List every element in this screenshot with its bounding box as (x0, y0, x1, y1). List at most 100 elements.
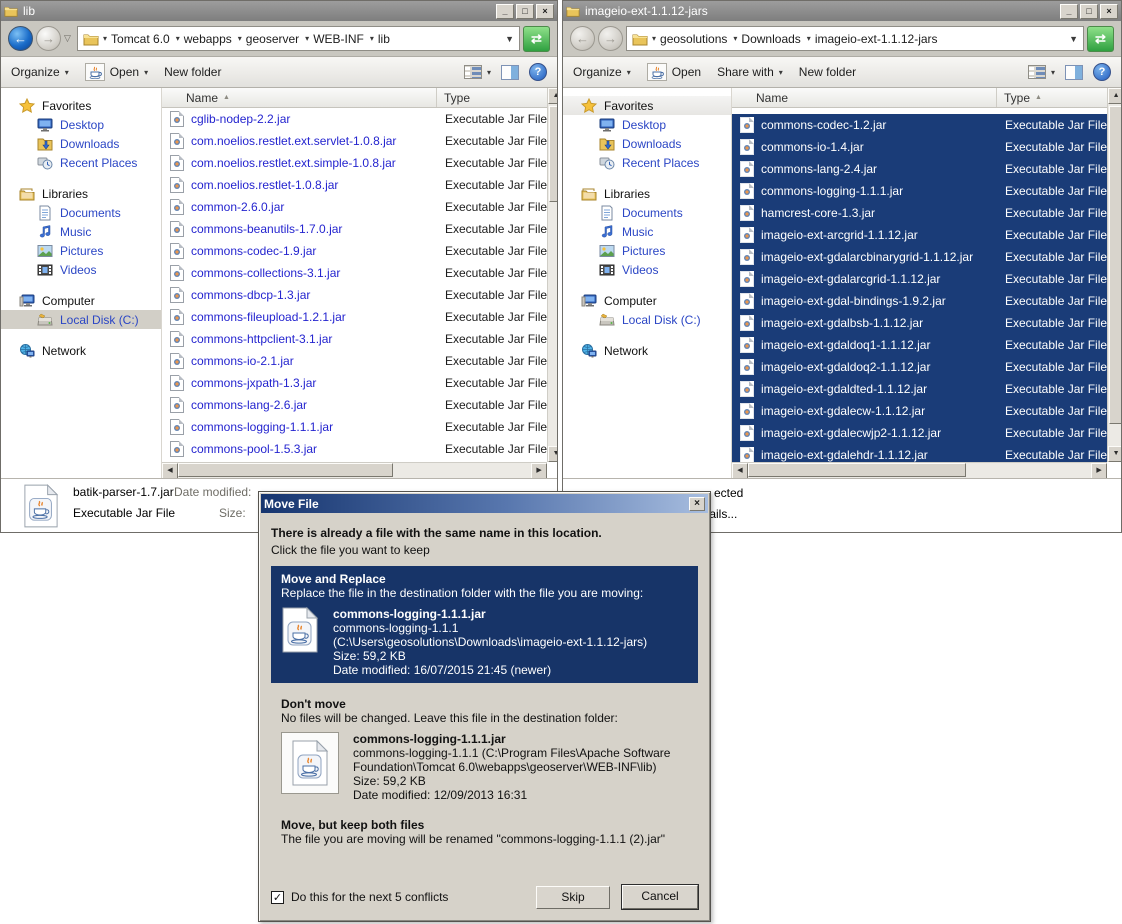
sidebar-item-downloads[interactable]: Downloads (563, 134, 731, 153)
sidebar-group-computer[interactable]: Computer (563, 291, 731, 310)
file-row[interactable]: commons-jxpath-1.3.jar Executable Jar Fi… (162, 372, 547, 394)
breadcrumb-bar[interactable]: ▾ Tomcat 6.0 ▾ webapps ▾ geoserver ▾ WEB… (77, 26, 520, 51)
file-row-selected[interactable]: imageio-ext-gdalecwjp2-1.1.12.jar Execut… (732, 422, 1107, 444)
scroll-right-button[interactable]: ▶ (1091, 463, 1107, 478)
breadcrumb-label[interactable]: Downloads (741, 32, 800, 46)
help-button[interactable]: ? (529, 63, 547, 81)
titlebar[interactable]: imageio-ext-1.1.12-jars _ □ × (563, 1, 1121, 21)
file-row[interactable]: cglib-nodep-2.2.jar Executable Jar File (162, 108, 547, 130)
breadcrumb-segment[interactable]: ▾ geoserver (238, 32, 299, 46)
horizontal-scrollbar[interactable]: ◀ ▶ (162, 462, 547, 478)
sidebar-item-local-disk[interactable]: Local Disk (C:) (1, 310, 161, 329)
file-row-selected[interactable]: commons-logging-1.1.1.jar Executable Jar… (732, 180, 1107, 202)
file-row[interactable]: commons-logging-1.1.1.jar Executable Jar… (162, 416, 547, 438)
file-row[interactable]: commons-beanutils-1.7.0.jar Executable J… (162, 218, 547, 240)
sidebar-group-network[interactable]: Network (1, 341, 161, 360)
option-move-and-replace[interactable]: Move and Replace Replace the file in the… (271, 566, 698, 683)
breadcrumb-arrow-icon[interactable]: ▾ (807, 34, 811, 43)
breadcrumb-bar[interactable]: ▾ geosolutions ▾ Downloads ▾ imageio-ext… (626, 26, 1084, 51)
file-row-selected[interactable]: imageio-ext-gdalarcbinarygrid-1.1.12.jar… (732, 246, 1107, 268)
column-header-type[interactable]: Type ▲ (997, 88, 1107, 107)
file-row[interactable]: com.noelios.restlet.ext.servlet-1.0.8.ja… (162, 130, 547, 152)
file-row-selected[interactable]: imageio-ext-gdaldoq1-1.1.12.jar Executab… (732, 334, 1107, 356)
new-folder-button[interactable]: New folder (164, 65, 221, 79)
skip-button[interactable]: Skip (536, 886, 610, 909)
file-row-selected[interactable]: imageio-ext-gdal-bindings-1.9.2.jar Exec… (732, 290, 1107, 312)
scroll-down-button[interactable]: ▼ (548, 446, 557, 462)
breadcrumb-arrow-icon[interactable]: ▾ (370, 34, 374, 43)
column-header-name[interactable]: Name ▲ (162, 88, 437, 107)
horizontal-scrollbar[interactable]: ◀ ▶ (732, 462, 1107, 478)
scroll-right-button[interactable]: ▶ (531, 463, 547, 478)
back-button[interactable]: ← (570, 26, 595, 51)
file-row-selected[interactable]: imageio-ext-arcgrid-1.1.12.jar Executabl… (732, 224, 1107, 246)
sidebar-item-local-disk[interactable]: Local Disk (C:) (563, 310, 731, 329)
cancel-button[interactable]: Cancel (622, 885, 698, 909)
column-header-name[interactable]: Name (732, 88, 997, 107)
breadcrumb-arrow-icon[interactable]: ▾ (652, 34, 656, 43)
file-row[interactable]: commons-dbcp-1.3.jar Executable Jar File (162, 284, 547, 306)
titlebar[interactable]: lib _ □ × (1, 1, 557, 21)
organize-button[interactable]: Organize ▾ (11, 65, 69, 79)
open-button[interactable]: Open ▾ (85, 63, 148, 81)
breadcrumb-arrow-icon[interactable]: ▾ (176, 34, 180, 43)
horizontal-scroll-thumb[interactable] (748, 463, 966, 477)
file-row-selected[interactable]: hamcrest-core-1.3.jar Executable Jar Fil… (732, 202, 1107, 224)
option-dont-move[interactable]: Don't move No files will be changed. Lea… (271, 697, 698, 802)
sidebar-item-documents[interactable]: Documents (563, 203, 731, 222)
file-row[interactable]: commons-lang-2.6.jar Executable Jar File (162, 394, 547, 416)
sidebar-group-libraries[interactable]: Libraries (1, 184, 161, 203)
scroll-down-button[interactable]: ▼ (1108, 446, 1121, 462)
file-row-selected[interactable]: commons-codec-1.2.jar Executable Jar Fil… (732, 114, 1107, 136)
sidebar-item-videos[interactable]: Videos (1, 260, 161, 279)
sidebar-item-desktop[interactable]: Desktop (563, 115, 731, 134)
option-keep-both[interactable]: Move, but keep both files The file you a… (271, 818, 698, 846)
sidebar-item-music[interactable]: Music (563, 222, 731, 241)
breadcrumb-segment[interactable]: ▾ geosolutions (652, 32, 727, 46)
file-row-selected[interactable]: commons-io-1.4.jar Executable Jar File (732, 136, 1107, 158)
file-row[interactable]: commons-httpclient-3.1.jar Executable Ja… (162, 328, 547, 350)
conflict-checkbox-label[interactable]: Do this for the next 5 conflicts (291, 890, 448, 904)
scroll-left-button[interactable]: ◀ (732, 463, 748, 478)
breadcrumb-label[interactable]: WEB-INF (313, 32, 364, 46)
scroll-up-button[interactable]: ▲ (1108, 88, 1121, 104)
back-button[interactable]: ← (8, 26, 33, 51)
views-button[interactable]: ▾ (1028, 65, 1055, 79)
sidebar-item-recent-places[interactable]: Recent Places (563, 153, 731, 172)
breadcrumb-label[interactable]: geoserver (246, 32, 299, 46)
file-row-selected[interactable]: commons-lang-2.4.jar Executable Jar File (732, 158, 1107, 180)
scroll-up-button[interactable]: ▲ (548, 88, 557, 104)
horizontal-scroll-thumb[interactable] (178, 463, 393, 477)
file-row[interactable]: commons-collections-3.1.jar Executable J… (162, 262, 547, 284)
file-row[interactable]: commons-codec-1.9.jar Executable Jar Fil… (162, 240, 547, 262)
breadcrumb-segment[interactable]: ▾ imageio-ext-1.1.12-jars (807, 32, 938, 46)
share-with-button[interactable]: Share with ▾ (717, 65, 783, 79)
minimize-button[interactable]: _ (1060, 4, 1078, 19)
breadcrumb-label[interactable]: webapps (184, 32, 232, 46)
breadcrumb-segment[interactable]: ▾ webapps (176, 32, 232, 46)
breadcrumb-segment[interactable]: ▾ WEB-INF (305, 32, 364, 46)
sidebar-group-favorites[interactable]: Favorites (1, 96, 161, 115)
sidebar-item-documents[interactable]: Documents (1, 203, 161, 222)
sidebar-item-music[interactable]: Music (1, 222, 161, 241)
forward-button[interactable]: → (36, 26, 61, 51)
file-row[interactable]: com.noelios.restlet-1.0.8.jar Executable… (162, 174, 547, 196)
file-row-selected[interactable]: imageio-ext-gdalbsb-1.1.12.jar Executabl… (732, 312, 1107, 334)
breadcrumb-segment[interactable]: ▾ Downloads (733, 32, 800, 46)
vertical-scroll-thumb[interactable] (549, 106, 557, 202)
breadcrumb-label[interactable]: lib (378, 32, 390, 46)
sidebar-group-network[interactable]: Network (563, 341, 731, 360)
vertical-scrollbar[interactable]: ▲ ▼ (1107, 88, 1121, 462)
breadcrumb-arrow-icon[interactable]: ▾ (238, 34, 242, 43)
file-row-selected[interactable]: imageio-ext-gdaldoq2-1.1.12.jar Executab… (732, 356, 1107, 378)
file-row[interactable]: commons-fileupload-1.2.1.jar Executable … (162, 306, 547, 328)
minimize-button[interactable]: _ (496, 4, 514, 19)
breadcrumb-label[interactable]: Tomcat 6.0 (111, 32, 170, 46)
forward-button[interactable]: → (598, 26, 623, 51)
refresh-button[interactable]: ⇄ (523, 26, 550, 52)
maximize-button[interactable]: □ (1080, 4, 1098, 19)
sidebar-item-downloads[interactable]: Downloads (1, 134, 161, 153)
file-row-selected[interactable]: imageio-ext-gdalecw-1.1.12.jar Executabl… (732, 400, 1107, 422)
file-row[interactable]: common-2.6.0.jar Executable Jar File (162, 196, 547, 218)
breadcrumb-arrow-icon[interactable]: ▾ (305, 34, 309, 43)
